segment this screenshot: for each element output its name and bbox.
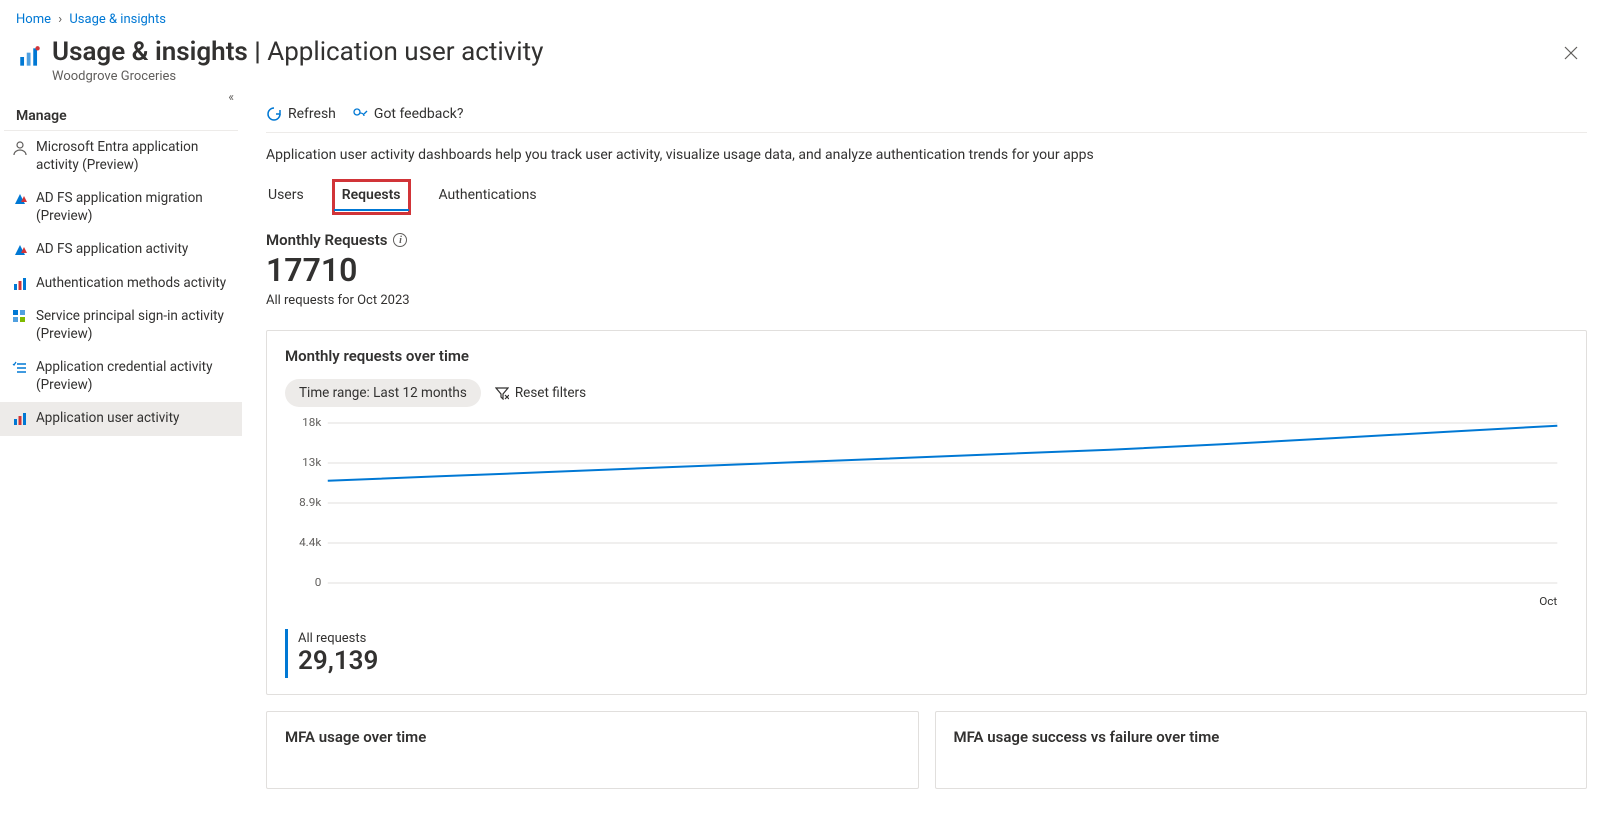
bars-icon bbox=[12, 276, 28, 292]
chart-card: Monthly requests over time Time range: L… bbox=[266, 330, 1587, 695]
page-title-bold: Usage & insights bbox=[52, 37, 248, 67]
sidebar: « Manage Microsoft Entra application act… bbox=[0, 94, 242, 789]
feedback-label: Got feedback? bbox=[374, 106, 464, 122]
svg-text:4.4k: 4.4k bbox=[299, 535, 322, 549]
toolbar: Refresh Got feedback? bbox=[266, 94, 1587, 133]
page-subtitle: Woodgrove Groceries bbox=[52, 69, 543, 84]
breadcrumb-home[interactable]: Home bbox=[16, 12, 51, 27]
mfa-usage-card: MFA usage over time bbox=[266, 711, 919, 789]
bars-icon bbox=[12, 411, 28, 427]
filter-reset-icon bbox=[495, 386, 509, 400]
close-button[interactable] bbox=[1555, 37, 1587, 69]
sidebar-item-credential-activity[interactable]: Application credential activity (Preview… bbox=[0, 351, 242, 402]
svg-text:Oct: Oct bbox=[1539, 594, 1557, 608]
page-title-sep: | bbox=[248, 37, 267, 67]
breadcrumb: Home › Usage & insights bbox=[0, 0, 1603, 33]
sidebar-item-service-principal[interactable]: Service principal sign-in activity (Prev… bbox=[0, 300, 242, 351]
sidebar-item-label: Application user activity bbox=[36, 410, 232, 428]
breadcrumb-usage[interactable]: Usage & insights bbox=[69, 12, 166, 27]
svg-text:18k: 18k bbox=[302, 415, 321, 429]
sidebar-item-adfs-migration[interactable]: AD FS application migration (Preview) bbox=[0, 182, 242, 233]
sidebar-item-adfs-activity[interactable]: AD FS application activity bbox=[0, 233, 242, 267]
kpi-title: Monthly Requests i bbox=[266, 231, 407, 249]
usage-insights-icon bbox=[16, 43, 44, 71]
page-title: Usage & insights | Application user acti… bbox=[52, 37, 543, 67]
sidebar-item-entra-app-activity[interactable]: Microsoft Entra application activity (Pr… bbox=[0, 131, 242, 182]
chart-summary-label: All requests bbox=[298, 631, 1568, 646]
reset-filters-button[interactable]: Reset filters bbox=[495, 385, 586, 401]
feedback-button[interactable]: Got feedback? bbox=[352, 106, 464, 122]
kpi-subtitle: All requests for Oct 2023 bbox=[266, 293, 1587, 308]
migrate-icon bbox=[12, 191, 28, 207]
page-title-light: Application user activity bbox=[267, 37, 543, 67]
tab-requests[interactable]: Requests bbox=[334, 181, 409, 213]
sidebar-section-header: Manage bbox=[4, 94, 238, 131]
chart-summary-value: 29,139 bbox=[298, 646, 1568, 676]
sidebar-item-label: AD FS application activity bbox=[36, 241, 232, 259]
reset-filters-label: Reset filters bbox=[515, 385, 586, 401]
sidebar-item-label: Service principal sign-in activity (Prev… bbox=[36, 308, 232, 343]
kpi-value: 17710 bbox=[266, 251, 1587, 289]
kpi-title-text: Monthly Requests bbox=[266, 231, 387, 249]
svg-text:8.9k: 8.9k bbox=[299, 495, 322, 509]
feedback-icon bbox=[352, 106, 368, 122]
svg-text:13k: 13k bbox=[302, 455, 321, 469]
tabs: Users Requests Authentications bbox=[266, 171, 1587, 217]
mfa-success-failure-card: MFA usage success vs failure over time bbox=[935, 711, 1588, 789]
info-icon[interactable]: i bbox=[393, 233, 407, 247]
migrate-icon bbox=[12, 242, 28, 258]
chart-card-title: Monthly requests over time bbox=[285, 347, 1568, 365]
mfa-usage-title: MFA usage over time bbox=[285, 728, 900, 746]
line-chart: 0 4.4k 8.9k 13k 18k Oct bbox=[285, 413, 1568, 613]
tab-authentications[interactable]: Authentications bbox=[437, 181, 539, 213]
collapse-sidebar-button[interactable]: « bbox=[228, 90, 234, 104]
svg-text:0: 0 bbox=[315, 575, 322, 589]
page-description: Application user activity dashboards hel… bbox=[266, 133, 1587, 171]
breadcrumb-sep-icon: › bbox=[58, 12, 62, 27]
refresh-label: Refresh bbox=[288, 106, 336, 122]
sidebar-item-label: Authentication methods activity bbox=[36, 275, 232, 293]
refresh-button[interactable]: Refresh bbox=[266, 106, 336, 122]
sidebar-item-label: Microsoft Entra application activity (Pr… bbox=[36, 139, 232, 174]
grid-icon bbox=[12, 309, 28, 325]
time-range-pill[interactable]: Time range: Last 12 months bbox=[285, 379, 481, 407]
sidebar-item-label: AD FS application migration (Preview) bbox=[36, 190, 232, 225]
sidebar-item-auth-methods[interactable]: Authentication methods activity bbox=[0, 267, 242, 301]
checklist-icon bbox=[12, 360, 28, 376]
sidebar-item-app-user-activity[interactable]: Application user activity bbox=[0, 402, 242, 436]
tab-users[interactable]: Users bbox=[266, 181, 306, 213]
refresh-icon bbox=[266, 106, 282, 122]
mfa-success-failure-title: MFA usage success vs failure over time bbox=[954, 728, 1569, 746]
person-icon bbox=[12, 140, 28, 156]
sidebar-item-label: Application credential activity (Preview… bbox=[36, 359, 232, 394]
